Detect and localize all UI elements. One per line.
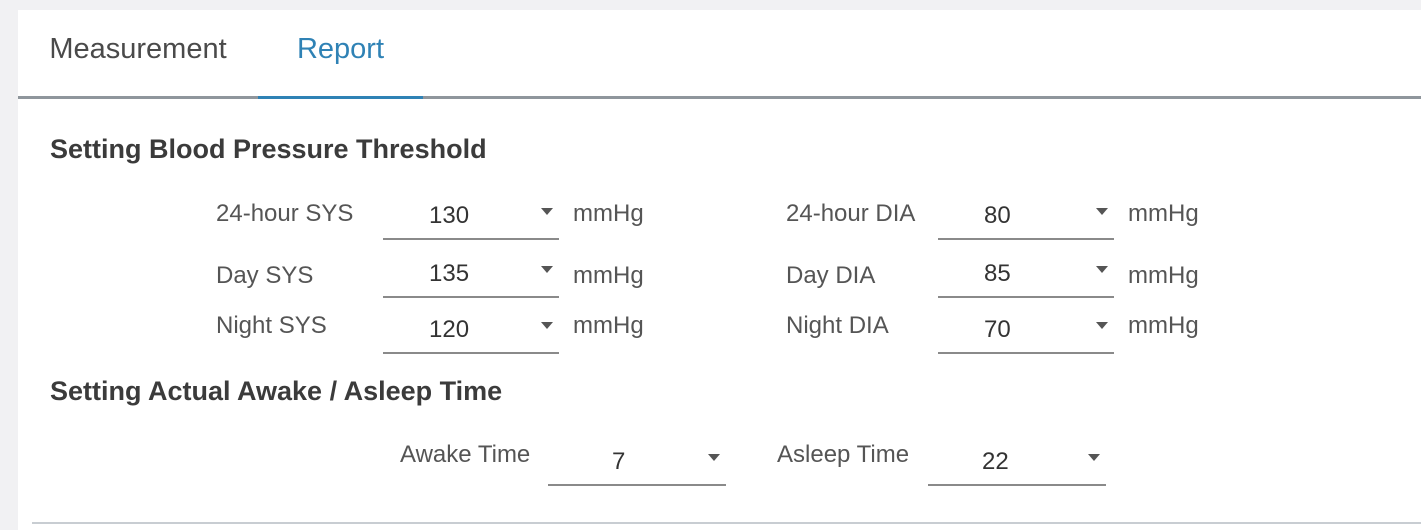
dia-day-value: 85: [984, 260, 1011, 287]
tab-report[interactable]: Report: [258, 10, 423, 99]
dia-24h-unit: mmHg: [1128, 200, 1199, 227]
sys-24h-select[interactable]: 130: [383, 198, 559, 240]
report-panel: Measurement Report Setting Blood Pressur…: [18, 10, 1421, 530]
dia-day-unit: mmHg: [1128, 262, 1199, 289]
sys-night-label: Night SYS: [216, 312, 327, 339]
sys-night-select[interactable]: 120: [383, 312, 559, 354]
caret-down-icon: [541, 322, 553, 329]
awake-time-label: Awake Time: [400, 441, 531, 468]
sys-day-label: Day SYS: [216, 262, 314, 289]
sys-day-select[interactable]: 135: [383, 256, 559, 298]
sys-24h-value: 130: [429, 202, 470, 229]
awake-asleep-heading: Setting Actual Awake / Asleep Time: [50, 376, 503, 406]
caret-down-icon: [1096, 266, 1108, 273]
caret-down-icon: [541, 208, 553, 215]
caret-down-icon: [708, 454, 720, 461]
caret-down-icon: [541, 266, 553, 273]
sys-24h-label: 24-hour SYS: [216, 200, 354, 227]
bp-threshold-heading: Setting Blood Pressure Threshold: [50, 134, 487, 164]
dia-day-select[interactable]: 85: [938, 256, 1114, 298]
tab-bar: Measurement Report: [18, 10, 1421, 99]
awake-time-value: 7: [612, 448, 626, 475]
dia-night-value: 70: [984, 316, 1011, 343]
dia-night-select[interactable]: 70: [938, 312, 1114, 354]
asleep-time-value: 22: [982, 448, 1009, 475]
dia-24h-select[interactable]: 80: [938, 198, 1114, 240]
dia-day-label: Day DIA: [786, 262, 876, 289]
caret-down-icon: [1096, 208, 1108, 215]
dia-night-unit: mmHg: [1128, 312, 1199, 339]
sys-day-value: 135: [429, 260, 470, 287]
dia-24h-label: 24-hour DIA: [786, 200, 916, 227]
awake-time-select[interactable]: 7: [548, 444, 726, 486]
sys-24h-unit: mmHg: [573, 200, 644, 227]
caret-down-icon: [1088, 454, 1100, 461]
bottom-divider: [32, 522, 1421, 524]
sys-night-value: 120: [429, 316, 470, 343]
sys-night-unit: mmHg: [573, 312, 644, 339]
dia-24h-value: 80: [984, 202, 1011, 229]
asleep-time-select[interactable]: 22: [928, 444, 1106, 486]
caret-down-icon: [1096, 322, 1108, 329]
tab-measurement[interactable]: Measurement: [18, 10, 258, 96]
sys-day-unit: mmHg: [573, 262, 644, 289]
asleep-time-label: Asleep Time: [777, 441, 910, 468]
dia-night-label: Night DIA: [786, 312, 889, 339]
